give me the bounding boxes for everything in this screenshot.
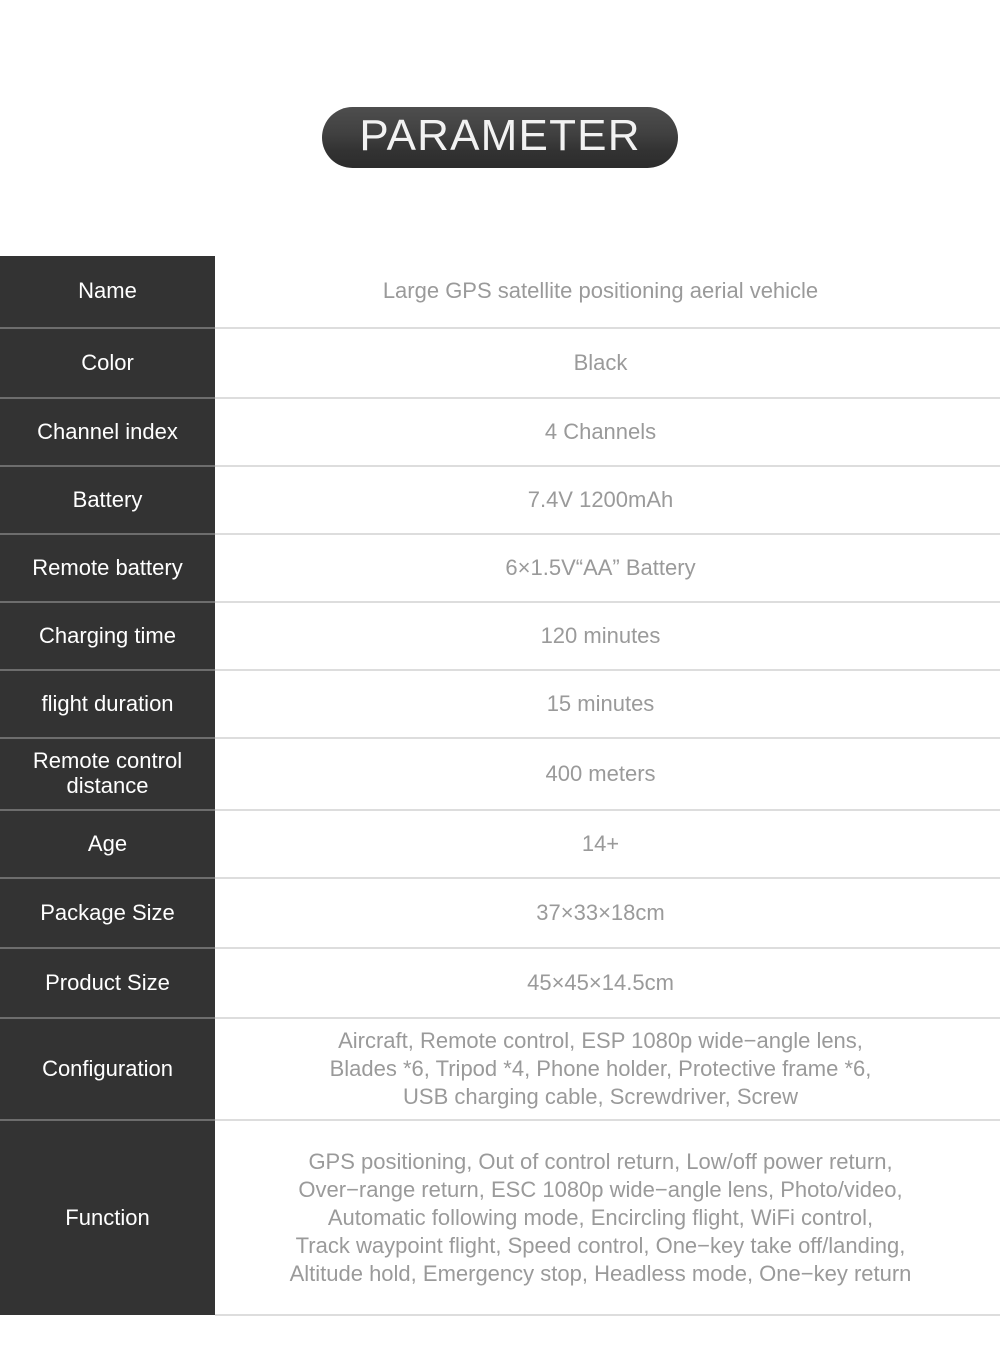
spec-label-age: Age — [0, 810, 215, 879]
page-title: PARAMETER — [359, 111, 641, 160]
spec-value-charging-time: 120 minutes — [215, 602, 1000, 671]
spec-label-configuration: Configuration — [0, 1018, 215, 1122]
spec-label-remote-control-distance: Remote control distance — [0, 738, 215, 811]
parameter-spec-page: PARAMETER Name Large GPS satellite posit… — [0, 0, 1000, 1349]
page-header: PARAMETER — [0, 0, 1000, 256]
spec-value-color: Black — [215, 328, 1000, 399]
spec-value-remote-battery: 6×1.5V“AA” Battery — [215, 534, 1000, 603]
spec-value-age: 14+ — [215, 810, 1000, 879]
table-row: Name Large GPS satellite positioning aer… — [0, 256, 1000, 329]
spec-label-package-size: Package Size — [0, 878, 215, 949]
spec-value-package-size: 37×33×18cm — [215, 878, 1000, 949]
spec-label-name: Name — [0, 256, 215, 329]
parameter-title-pill: PARAMETER — [322, 107, 678, 168]
table-row: Function GPS positioning, Out of control… — [0, 1120, 1000, 1317]
spec-label-function: Function — [0, 1120, 215, 1316]
spec-label-flight-duration: flight duration — [0, 670, 215, 739]
spec-value-product-size: 45×45×14.5cm — [215, 948, 1000, 1019]
spec-value-function: GPS positioning, Out of control return, … — [215, 1120, 1000, 1317]
function-line-2: Over−range return, ESC 1080p wide−angle … — [298, 1176, 903, 1202]
table-row: Age 14+ — [0, 810, 1000, 879]
configuration-line-1: Aircraft, Remote control, ESP 1080p wide… — [338, 1028, 863, 1053]
function-line-5: Altitude hold, Emergency stop, Headless … — [289, 1261, 912, 1287]
function-line-4: Track waypoint flight, Speed control, On… — [295, 1233, 906, 1259]
table-row: Package Size 37×33×18cm — [0, 878, 1000, 949]
configuration-line-2: Blades *6, Tripod *4, Phone holder, Prot… — [329, 1056, 872, 1082]
specification-table: Name Large GPS satellite positioning aer… — [0, 256, 1000, 1317]
table-row: Color Black — [0, 328, 1000, 399]
spec-value-channel-index: 4 Channels — [215, 398, 1000, 467]
spec-label-channel-index: Channel index — [0, 398, 215, 467]
table-row: Charging time 120 minutes — [0, 602, 1000, 671]
table-row: flight duration 15 minutes — [0, 670, 1000, 739]
spec-label-color: Color — [0, 328, 215, 399]
table-row: Product Size 45×45×14.5cm — [0, 948, 1000, 1019]
configuration-line-3: USB charging cable, Screwdriver, Screw — [403, 1084, 798, 1110]
spec-value-name: Large GPS satellite positioning aerial v… — [215, 256, 1000, 329]
table-row: Remote battery 6×1.5V“AA” Battery — [0, 534, 1000, 603]
spec-label-remote-battery: Remote battery — [0, 534, 215, 603]
function-line-1: GPS positioning, Out of control return, … — [308, 1148, 893, 1174]
spec-label-product-size: Product Size — [0, 948, 215, 1019]
table-row: Battery 7.4V 1200mAh — [0, 466, 1000, 535]
spec-label-remote-control-distance-line2: distance — [66, 773, 149, 798]
spec-label-charging-time: Charging time — [0, 602, 215, 671]
spec-label-remote-control-distance-line1: Remote control — [32, 748, 183, 774]
table-row: Configuration Aircraft, Remote control, … — [0, 1018, 1000, 1122]
function-line-3: Automatic following mode, Encircling fli… — [327, 1204, 874, 1230]
table-row: Remote control distance 400 meters — [0, 738, 1000, 811]
spec-label-battery: Battery — [0, 466, 215, 535]
spec-value-flight-duration: 15 minutes — [215, 670, 1000, 739]
table-row: Channel index 4 Channels — [0, 398, 1000, 467]
spec-value-remote-control-distance: 400 meters — [215, 738, 1000, 811]
spec-value-battery: 7.4V 1200mAh — [215, 466, 1000, 535]
spec-value-configuration: Aircraft, Remote control, ESP 1080p wide… — [215, 1018, 1000, 1122]
